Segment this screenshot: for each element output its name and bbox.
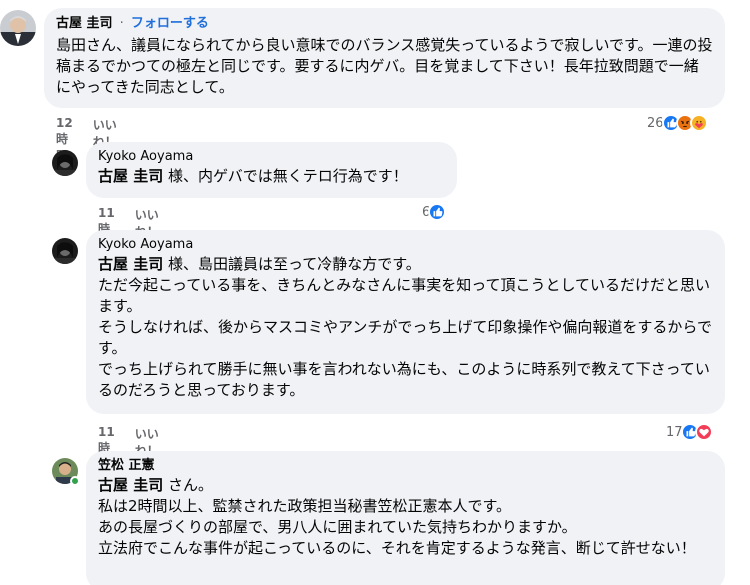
mention-link[interactable]: 古屋 圭司	[98, 255, 163, 273]
avatar-furuya-image	[0, 10, 36, 46]
comment-author[interactable]: Kyoko Aoyama	[98, 148, 445, 166]
avatar-aoyama-image	[52, 238, 78, 264]
separator-dot: ·	[119, 16, 124, 31]
avatar-aoyama[interactable]	[52, 150, 78, 176]
love-icon	[694, 423, 713, 441]
comment-text: 島田さん、議員になられてから良い意味でのバランス感覚失っているようで寂しいです。…	[56, 36, 713, 96]
comment-author[interactable]: 古屋 圭司	[56, 16, 113, 31]
comment-text-body: 様、島田議員は至って冷静な方です。 ただ今起こっている事を、きちんとみなさんに事…	[98, 255, 712, 399]
follow-button[interactable]: フォローする	[131, 16, 209, 31]
comment-bubble-aoyama-2: Kyoko Aoyama 古屋 圭司 様、島田議員は至って冷静な方です。 ただ今…	[86, 230, 725, 414]
comment-text: 古屋 圭司 さん。 私は2時間以上、監禁された政策担当秘書笠松正憲本人です。 あ…	[98, 475, 713, 559]
comment-bubble-kasamatsu: 笠松 正憲 古屋 圭司 さん。 私は2時間以上、監禁された政策担当秘書笠松正憲本…	[86, 451, 725, 585]
care-icon	[689, 114, 708, 132]
mention-link[interactable]: 古屋 圭司	[98, 476, 163, 494]
comment-text-body: さん。 私は2時間以上、監禁された政策担当秘書笠松正憲本人です。 あの長屋づくり…	[98, 476, 696, 557]
comment-text-body: 様、内ゲバでは無くテロ行為です！	[163, 167, 408, 185]
comment-bubble-furuya: 古屋 圭司 · フォローする 島田さん、議員になられてから良い意味でのバランス感…	[44, 8, 725, 108]
avatar-aoyama-image	[52, 150, 78, 176]
comment-bubble-aoyama-1: Kyoko Aoyama 古屋 圭司 様、内ゲバでは無くテロ行為です！	[86, 142, 457, 198]
comment-text: 古屋 圭司 様、内ゲバでは無くテロ行為です！	[98, 166, 445, 187]
avatar-furuya[interactable]	[0, 10, 36, 46]
comment-author[interactable]: 笠松 正憲	[98, 457, 713, 475]
reaction-summary[interactable]: 26	[647, 114, 708, 132]
online-status-indicator	[70, 476, 80, 486]
like-icon	[428, 203, 447, 221]
avatar-aoyama[interactable]	[52, 238, 78, 264]
reaction-summary[interactable]: 17	[666, 423, 713, 441]
reaction-summary[interactable]: 6	[422, 203, 447, 221]
mention-link[interactable]: 古屋 圭司	[98, 167, 163, 185]
comment-text: 古屋 圭司 様、島田議員は至って冷静な方です。 ただ今起こっている事を、きちんと…	[98, 254, 713, 401]
comment-author[interactable]: Kyoko Aoyama	[98, 236, 713, 254]
